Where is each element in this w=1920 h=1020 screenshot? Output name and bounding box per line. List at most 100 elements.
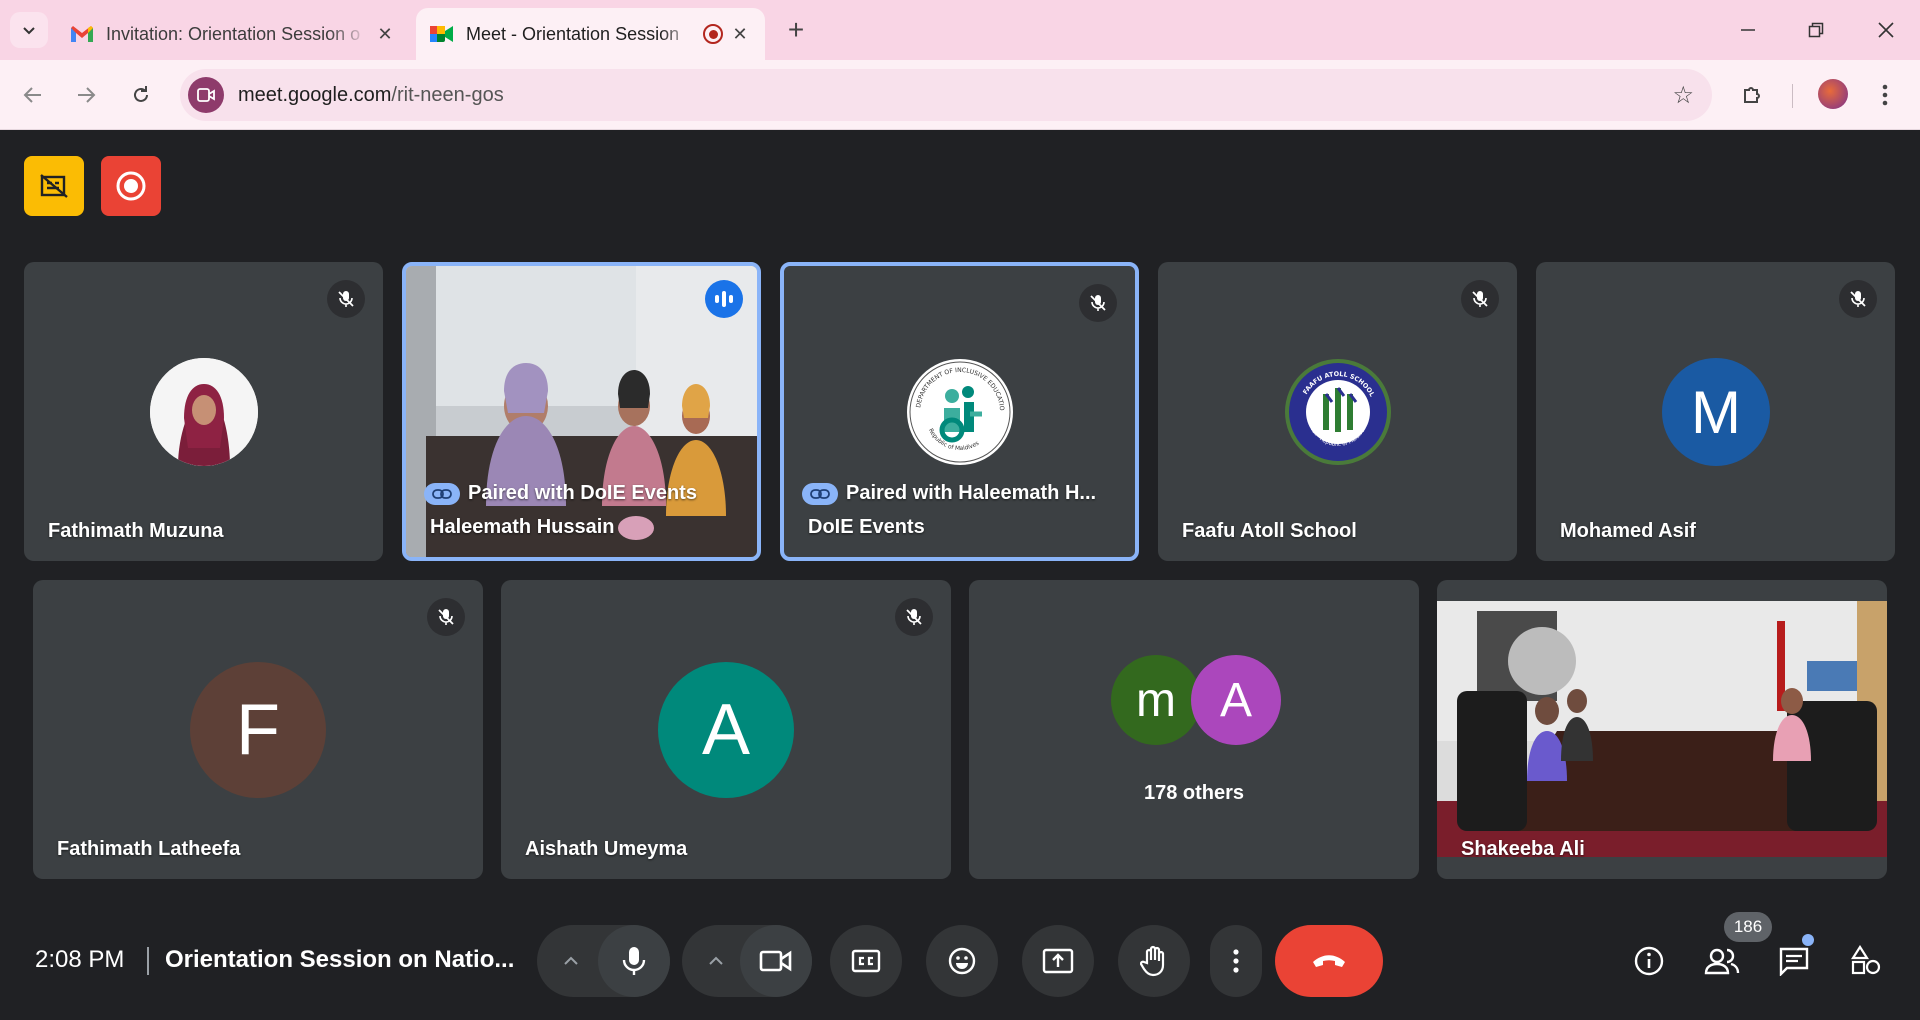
close-tab-icon[interactable]: ✕ xyxy=(374,23,396,45)
participant-tile-speaking[interactable]: Paired with DoIE Events Haleemath Hussai… xyxy=(402,262,761,561)
person-photo xyxy=(150,358,258,466)
participant-name: Fathimath Muzuna xyxy=(48,520,224,542)
people-button[interactable] xyxy=(1699,938,1745,984)
meeting-clock: 2:08 PM xyxy=(35,946,125,973)
meeting-title[interactable]: Orientation Session on Natio... xyxy=(165,946,514,974)
participant-video xyxy=(406,266,757,557)
link-icon xyxy=(802,482,838,505)
participant-tile[interactable]: Shakeeba Ali xyxy=(1437,580,1887,879)
new-tab-button[interactable]: + xyxy=(780,14,812,46)
tab-gmail-invitation[interactable]: Invitation: Orientation Session o ✕ xyxy=(56,8,410,60)
reactions-button[interactable] xyxy=(926,925,998,997)
tab-meet[interactable]: Meet - Orientation Session ✕ xyxy=(416,8,765,60)
meeting-details-button[interactable] xyxy=(1626,938,1672,984)
closed-captions-icon xyxy=(851,949,881,973)
avatar: F xyxy=(190,662,326,798)
captions-button[interactable] xyxy=(830,925,902,997)
paired-label: Paired with Haleemath H... xyxy=(802,482,1096,505)
chat-notification-dot xyxy=(1802,934,1814,946)
avatar: m xyxy=(1111,655,1201,745)
participant-name: Mohamed Asif xyxy=(1560,520,1696,542)
site-info-icon[interactable] xyxy=(188,77,224,113)
avatar: M xyxy=(1662,358,1770,466)
leave-call-button[interactable] xyxy=(1275,925,1383,997)
camera-button[interactable] xyxy=(740,925,812,997)
toolbar-divider xyxy=(1792,84,1793,108)
browser-menu-button[interactable] xyxy=(1866,76,1904,114)
camera-icon xyxy=(759,950,792,972)
restore-button[interactable] xyxy=(1792,8,1840,52)
participant-tile-paired[interactable]: DEPARTMENT OF INCLUSIVE EDUCATION Republ… xyxy=(780,262,1139,561)
more-options-button[interactable] xyxy=(1210,925,1262,997)
participant-name: Haleemath Hussain xyxy=(430,516,615,538)
mic-off-icon xyxy=(1461,280,1499,318)
forward-button[interactable] xyxy=(67,76,105,114)
close-window-button[interactable] xyxy=(1862,8,1910,52)
participant-tile[interactable]: F Fathimath Latheefa xyxy=(33,580,483,879)
captions-off-badge[interactable] xyxy=(24,156,84,216)
participant-tile[interactable]: A Aishath Umeyma xyxy=(501,580,951,879)
participant-video xyxy=(1437,601,1887,857)
meet-icon xyxy=(430,26,453,42)
participant-name: Fathimath Latheefa xyxy=(57,838,241,860)
more-vertical-icon xyxy=(1233,949,1239,973)
microphone-button[interactable] xyxy=(598,925,670,997)
mic-off-icon xyxy=(1079,284,1117,322)
audio-options-button[interactable] xyxy=(551,925,591,997)
avatar xyxy=(150,358,258,466)
extensions-button[interactable] xyxy=(1734,76,1772,114)
divider xyxy=(147,947,149,975)
tab-strip: Invitation: Orientation Session o ✕ Meet… xyxy=(0,0,1920,60)
microphone-icon xyxy=(622,947,646,975)
video-options-button[interactable] xyxy=(696,925,736,997)
reload-icon xyxy=(134,86,148,102)
no-transcript-icon xyxy=(40,174,68,198)
bookmark-star-icon[interactable]: ☆ xyxy=(1672,81,1694,110)
shapes-icon xyxy=(1850,945,1881,975)
minimize-icon xyxy=(1741,29,1755,31)
hand-icon xyxy=(1140,945,1165,977)
chevron-down-icon xyxy=(23,27,35,35)
others-tile[interactable]: m A 178 others xyxy=(969,580,1419,879)
present-screen-button[interactable] xyxy=(1022,925,1094,997)
participant-tile[interactable]: M Mohamed Asif xyxy=(1536,262,1895,561)
mic-off-icon xyxy=(895,598,933,636)
profile-avatar[interactable] xyxy=(1818,79,1848,109)
mic-off-icon xyxy=(327,280,365,318)
school-logo: FAAFU ATOLL SCHOOL Feeali · Republic of … xyxy=(1285,359,1391,465)
minimize-button[interactable] xyxy=(1724,8,1772,52)
participant-tile[interactable]: FAAFU ATOLL SCHOOL Feeali · Republic of … xyxy=(1158,262,1517,561)
back-button[interactable] xyxy=(14,76,52,114)
gmail-icon xyxy=(71,26,93,42)
emoji-icon xyxy=(948,947,976,975)
tab-title: Meet - Orientation Session xyxy=(466,23,680,44)
avatar: A xyxy=(1191,655,1281,745)
mic-off-icon xyxy=(427,598,465,636)
address-bar[interactable]: meet.google.com/rit-neen-gos ☆ xyxy=(180,69,1712,121)
puzzle-icon xyxy=(1744,87,1760,103)
paired-label: Paired with DoIE Events xyxy=(424,482,697,505)
tab-title: Invitation: Orientation Session o xyxy=(106,23,361,44)
avatar: A xyxy=(658,662,794,798)
restore-icon xyxy=(1808,22,1824,38)
activities-button[interactable] xyxy=(1843,938,1889,984)
info-icon xyxy=(1634,946,1664,976)
chevron-up-icon xyxy=(564,956,578,965)
recording-icon xyxy=(703,24,723,44)
raise-hand-button[interactable] xyxy=(1118,925,1190,997)
others-count: 178 others xyxy=(1143,782,1245,804)
participant-name: Faafu Atoll School xyxy=(1182,520,1357,542)
participant-name: Aishath Umeyma xyxy=(525,838,688,860)
hang-up-icon xyxy=(1313,955,1345,967)
recording-badge[interactable] xyxy=(101,156,161,216)
browser-toolbar: meet.google.com/rit-neen-gos ☆ xyxy=(0,60,1920,130)
participant-tile[interactable]: Fathimath Muzuna xyxy=(24,262,383,561)
close-tab-icon[interactable]: ✕ xyxy=(729,23,751,45)
present-icon xyxy=(1042,948,1074,974)
participant-name: Shakeeba Ali xyxy=(1461,838,1585,860)
tab-search-button[interactable] xyxy=(10,12,48,48)
speaking-indicator-icon xyxy=(705,280,743,318)
close-icon xyxy=(1878,22,1894,38)
chevron-up-icon xyxy=(709,956,723,965)
reload-button[interactable] xyxy=(122,76,160,114)
